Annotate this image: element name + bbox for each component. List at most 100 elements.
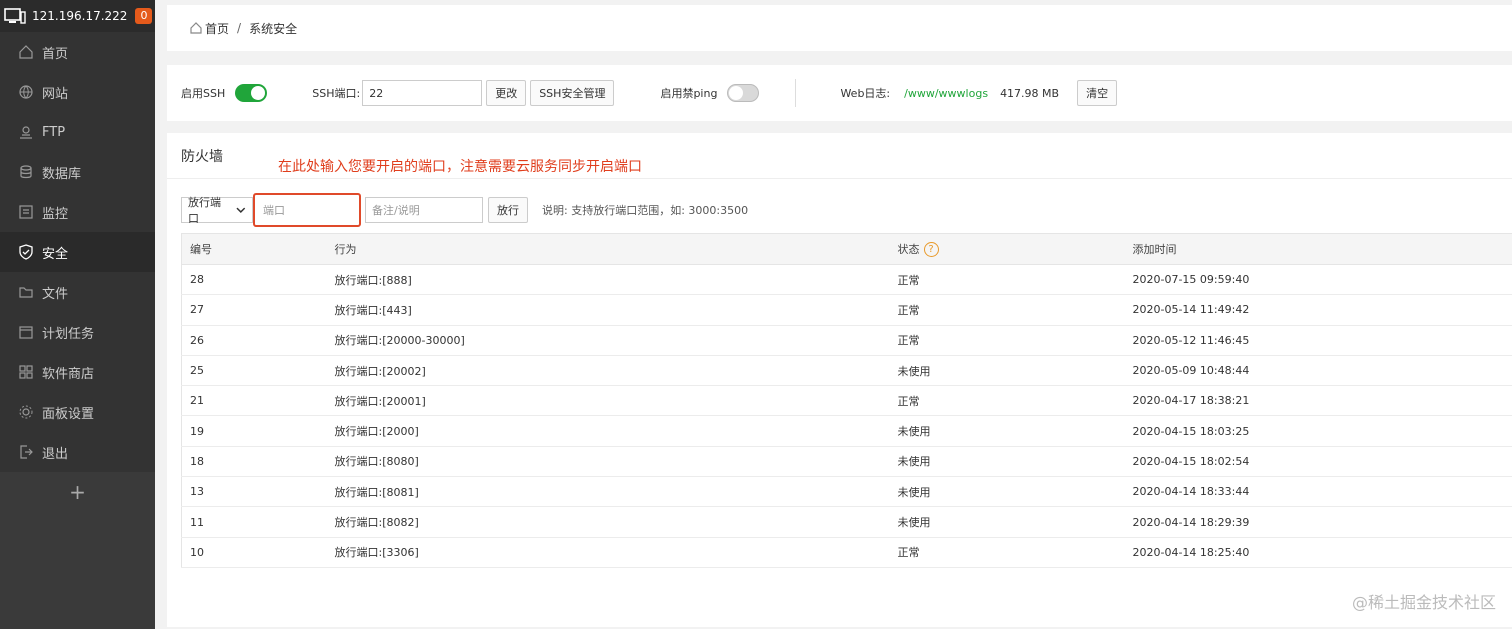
firewall-table: 编号 行为 状态? 添加时间 28 放行端口:[888] 正常 2020-07-15 … xyxy=(181,233,1512,568)
add-icon[interactable]: + xyxy=(0,472,155,512)
sidebar-item-label: 首页 xyxy=(42,46,69,62)
rule-type-value: 放行端口 xyxy=(188,196,221,225)
table-cell: 放行端口:[20002] xyxy=(334,355,898,387)
sidebar-item-9[interactable]: 面板设置 xyxy=(0,392,155,432)
table-row: 27 放行端口:[443] 正常 2020-05-14 11:49:42 xyxy=(181,294,1512,326)
table-cell: 2020-04-14 18:33:44 xyxy=(1132,476,1512,508)
table-cell: 未使用 xyxy=(897,355,1133,387)
ping-toggle[interactable] xyxy=(727,84,760,102)
table-cell: 2020-05-09 10:48:44 xyxy=(1132,355,1512,387)
sidebar-item-label: 文件 xyxy=(42,286,69,302)
table-cell: 正常 xyxy=(897,537,1133,568)
allow-button[interactable]: 放行 xyxy=(488,197,528,223)
folder-icon xyxy=(18,284,34,300)
sidebar-item-label: FTP xyxy=(42,124,66,140)
home-icon xyxy=(190,22,202,34)
table-cell: 2020-05-14 11:49:42 xyxy=(1132,294,1512,326)
server-ip: 121.196.17.222 xyxy=(32,9,128,23)
table-cell: 正常 xyxy=(897,264,1133,296)
table-row: 28 放行端口:[888] 正常 2020-07-15 09:59:40 xyxy=(181,264,1512,296)
table-cell: 放行端口:[888] xyxy=(334,264,898,296)
table-cell: 未使用 xyxy=(897,446,1133,478)
weblog-label: Web日志: xyxy=(840,87,891,100)
ssh-toggle-label: 启用SSH xyxy=(181,87,226,100)
rule-type-select[interactable]: 放行端口 xyxy=(181,196,253,225)
breadcrumb-separator: / xyxy=(237,21,242,35)
sidebar-item-label: 计划任务 xyxy=(42,326,95,342)
port-input[interactable]: 端口 xyxy=(257,197,357,223)
ssh-port-label: SSH端口: xyxy=(312,87,361,100)
table-cell: 21 xyxy=(181,385,335,417)
table-cell: 未使用 xyxy=(897,506,1133,538)
table-cell: 放行端口:[3306] xyxy=(334,537,898,568)
breadcrumb-home[interactable]: 首页 xyxy=(205,20,229,37)
note-input[interactable]: 备注/说明 xyxy=(365,197,483,223)
home-icon xyxy=(18,44,34,60)
sidebar-item-2[interactable]: FTP xyxy=(0,112,155,152)
table-row: 25 放行端口:[20002] 未使用 2020-05-09 10:48:44 xyxy=(181,355,1512,387)
sidebar-item-8[interactable]: 软件商店 xyxy=(0,352,155,392)
main-content: 首页 / 系统安全 启用SSH SSH端口: 22 更改 SSH安全管理 启用禁… xyxy=(167,5,1512,627)
column-header-label: 状态 xyxy=(897,242,920,256)
table-cell: 放行端口:[443] xyxy=(334,294,898,326)
table-cell: 放行端口:[8080] xyxy=(334,446,898,478)
table-cell: 26 xyxy=(181,325,335,356)
shield-icon xyxy=(18,244,34,260)
sidebar-item-3[interactable]: 数据库 xyxy=(0,152,155,192)
weblog-path-link[interactable]: /www/wwwlogs xyxy=(904,87,988,100)
divider xyxy=(795,79,797,107)
column-header-status[interactable]: 状态? xyxy=(897,233,1133,265)
column-header[interactable]: 行为 xyxy=(334,233,898,265)
firewall-form: 放行端口 端口 备注/说明 放行 说明: 支持放行端口范围，如: 3000:35… xyxy=(181,193,748,227)
table-row: 13 放行端口:[8081] 未使用 2020-04-14 18:33:44 xyxy=(181,476,1512,508)
ssh-manage-button[interactable]: SSH安全管理 xyxy=(530,80,615,106)
sidebar-item-4[interactable]: 监控 xyxy=(0,192,155,232)
table-cell: 28 xyxy=(181,264,335,296)
calendar-icon xyxy=(18,324,34,340)
sidebar-item-label: 安全 xyxy=(42,246,69,262)
monitor-icon xyxy=(18,204,34,220)
sidebar-item-0[interactable]: 首页 xyxy=(0,32,155,72)
notification-badge[interactable]: 0 xyxy=(135,8,153,24)
column-header[interactable]: 编号 xyxy=(181,233,335,265)
sidebar-item-7[interactable]: 计划任务 xyxy=(0,312,155,352)
sidebar-item-label: 退出 xyxy=(42,446,69,462)
column-header[interactable]: 添加时间 xyxy=(1132,233,1512,265)
table-cell: 未使用 xyxy=(897,415,1133,447)
table-row: 21 放行端口:[20001] 正常 2020-04-17 18:38:21 xyxy=(181,385,1512,417)
table-cell: 放行端口:[8081] xyxy=(334,476,898,508)
clear-log-button[interactable]: 清空 xyxy=(1077,80,1118,106)
table-cell: 2020-04-15 18:02:54 xyxy=(1132,446,1512,478)
sidebar-item-label: 面板设置 xyxy=(42,406,95,422)
change-port-button[interactable]: 更改 xyxy=(486,80,527,106)
breadcrumb-current: 系统安全 xyxy=(249,21,298,36)
table-cell: 25 xyxy=(181,355,335,387)
table-cell: 2020-04-14 18:25:40 xyxy=(1132,537,1512,568)
table-cell: 正常 xyxy=(897,294,1133,326)
table-cell: 11 xyxy=(181,506,335,538)
table-cell: 19 xyxy=(181,415,335,447)
help-icon[interactable]: ? xyxy=(923,242,939,258)
sidebar-item-6[interactable]: 文件 xyxy=(0,272,155,312)
sidebar-item-10[interactable]: 退出 xyxy=(0,432,155,472)
logout-icon xyxy=(18,444,34,460)
table-cell: 2020-04-15 18:03:25 xyxy=(1132,415,1512,447)
ssh-port-input[interactable]: 22 xyxy=(362,80,483,106)
table-cell: 放行端口:[20000-30000] xyxy=(334,325,898,356)
sidebar-item-label: 监控 xyxy=(42,206,69,222)
table-cell: 放行端口:[20001] xyxy=(334,385,898,417)
ssh-toggle[interactable] xyxy=(235,84,268,102)
table-cell: 未使用 xyxy=(897,476,1133,508)
sidebar-item-1[interactable]: 网站 xyxy=(0,72,155,112)
table-cell: 2020-04-17 18:38:21 xyxy=(1132,385,1512,417)
server-header[interactable]: 121.196.17.222 0 xyxy=(0,0,155,32)
table-cell: 2020-07-15 09:59:40 xyxy=(1132,264,1512,296)
apps-icon xyxy=(18,364,34,380)
database-icon xyxy=(18,164,34,180)
ftp-icon xyxy=(18,124,34,140)
watermark: @稀土掘金技术社区 xyxy=(1351,593,1496,612)
sidebar-item-5[interactable]: 安全 xyxy=(0,232,155,272)
sidebar-item-label: 数据库 xyxy=(42,166,82,182)
table-row: 10 放行端口:[3306] 正常 2020-04-14 18:25:40 xyxy=(181,537,1512,568)
table-cell: 13 xyxy=(181,476,335,508)
